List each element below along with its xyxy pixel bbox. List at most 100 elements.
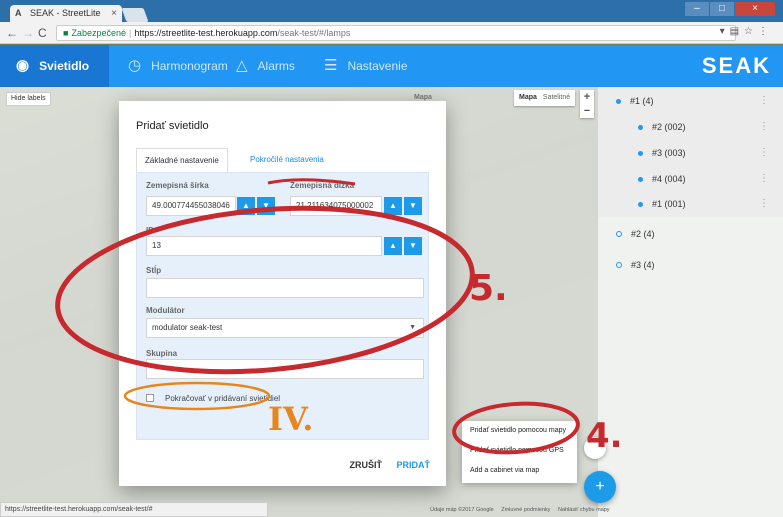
- tab-title: SEAK - StreetLite: [30, 8, 101, 18]
- add-button[interactable]: PRIDAŤ: [397, 460, 431, 470]
- more-icon[interactable]: ⋮: [759, 121, 769, 132]
- dialog-title: Pridať svietidlo: [136, 120, 209, 132]
- add-lamp-via-map-item[interactable]: Pridať svietidlo pomocou mapy: [462, 421, 577, 441]
- report-error-link[interactable]: Nahlásiť chybu mapy: [558, 507, 610, 513]
- forward-icon[interactable]: →: [22, 25, 34, 41]
- modulator-value: modulator seak-test: [152, 323, 223, 332]
- nav-label: Svietidlo: [39, 59, 90, 73]
- terms-link[interactable]: Zmluvné podmienky: [501, 507, 550, 513]
- longitude-decrement-button[interactable]: ▼: [404, 197, 422, 215]
- group-item[interactable]: #1 (4): [616, 88, 654, 114]
- continue-adding-label: Pokračovať v pridávaní svietidiel: [165, 393, 281, 403]
- group-ring-icon: [616, 231, 622, 237]
- map-type-satellite[interactable]: Satelitné: [543, 94, 570, 101]
- pole-input[interactable]: [146, 278, 424, 298]
- cancel-button[interactable]: ZRUŠIŤ: [349, 460, 382, 470]
- group-input[interactable]: [146, 359, 424, 379]
- group-item[interactable]: #3 (4): [616, 252, 655, 278]
- seak-favicon-icon: A: [15, 8, 22, 18]
- group-label: Skupina: [146, 349, 178, 358]
- browser-tab[interactable]: A SEAK - StreetLite ×: [10, 5, 122, 22]
- clock-icon: ◷: [128, 57, 142, 74]
- more-icon[interactable]: ⋮: [759, 198, 769, 209]
- add-lamp-via-gps-item[interactable]: Pridať svietidlo pomocou GPS: [462, 441, 577, 461]
- sliders-icon: ☰: [324, 57, 338, 74]
- nav-nastavenie[interactable]: ☰ Nastavenie: [324, 45, 408, 87]
- annotation-label-5: 5.: [469, 268, 508, 309]
- hide-labels-button[interactable]: Hide labels: [6, 92, 51, 106]
- map-data-credit: Údaje máp ©2017 Google: [430, 507, 494, 513]
- latitude-input[interactable]: 49.000774455038046: [146, 196, 236, 216]
- reload-icon[interactable]: C: [38, 25, 47, 41]
- lamp-label: #1 (001): [652, 199, 686, 209]
- id-increment-button[interactable]: ▲: [384, 237, 402, 255]
- nav-svietidlo[interactable]: ◉ Svietidlo: [0, 45, 110, 87]
- tab-advanced-settings[interactable]: Pokročilé nastavenia: [242, 148, 332, 172]
- longitude-input[interactable]: 21.211634075000002: [290, 196, 382, 216]
- lamp-dot-icon: [638, 124, 643, 130]
- lamp-item[interactable]: #4 (004): [638, 166, 686, 192]
- extension-icons[interactable]: ▾▤☆⋮: [720, 26, 773, 37]
- longitude-label: Zemepisná dĺžka: [290, 181, 355, 190]
- url-host: https://streetlite-test.herokuapp.com: [134, 28, 278, 38]
- group-label: #3 (4): [631, 260, 655, 270]
- lamp-dot-icon: [638, 201, 643, 207]
- nav-harmonogram[interactable]: ◷ Harmonogram: [128, 45, 228, 87]
- group-dot-icon: [616, 98, 621, 104]
- nav-label: Alarms: [257, 59, 295, 73]
- new-tab-button[interactable]: [121, 8, 149, 22]
- minimize-button[interactable]: –: [685, 2, 709, 16]
- compass-icon: ◉: [16, 57, 30, 74]
- lamp-item[interactable]: #3 (003): [638, 140, 686, 166]
- add-cabinet-via-map-item[interactable]: Add a cabinet via map: [462, 461, 577, 481]
- id-input[interactable]: 13: [146, 236, 382, 256]
- nav-alarms[interactable]: △ Alarms: [236, 45, 295, 87]
- longitude-increment-button[interactable]: ▲: [384, 197, 402, 215]
- more-icon[interactable]: ⋮: [759, 147, 769, 158]
- group-item[interactable]: #2 (4): [616, 221, 655, 247]
- group-label: #2 (4): [631, 229, 655, 239]
- lamp-list-sidebar: #1 (4) ⋮ #2 (002) ⋮ #3 (003) ⋮ #4 (004) …: [598, 87, 783, 517]
- lamp-dot-icon: [638, 150, 643, 156]
- modulator-select[interactable]: modulator seak-test ▼: [146, 318, 424, 338]
- window-controls: – □ ×: [684, 2, 775, 16]
- map-type-control[interactable]: Mapa Satelitné: [514, 90, 576, 106]
- zoom-in-button[interactable]: +: [580, 90, 594, 104]
- continue-adding-checkbox[interactable]: [146, 394, 154, 402]
- add-fab-button[interactable]: +: [584, 471, 616, 503]
- nav-label: Nastavenie: [347, 59, 408, 73]
- close-window-button[interactable]: ×: [735, 2, 775, 16]
- continue-adding-row[interactable]: Pokračovať v pridávaní svietidiel: [146, 391, 280, 405]
- dropdown-caret-icon: ▼: [409, 324, 416, 331]
- zoom-control: + −: [580, 90, 594, 118]
- lock-icon: ■: [63, 28, 69, 38]
- group-label: #1 (4): [630, 96, 654, 106]
- lamp-item[interactable]: #1 (001): [638, 191, 686, 217]
- more-icon[interactable]: ⋮: [759, 95, 769, 106]
- modulator-label: Modulátor: [146, 306, 185, 315]
- latitude-decrement-button[interactable]: ▼: [257, 197, 275, 215]
- latitude-label: Zemepisná šírka: [146, 181, 209, 190]
- zoom-out-button[interactable]: −: [580, 104, 594, 118]
- id-decrement-button[interactable]: ▼: [404, 237, 422, 255]
- status-url: https://streetlite-test.herokuapp.com/se…: [0, 502, 268, 517]
- address-bar[interactable]: ■ Zabezpečené | https://streetlite-test.her…: [56, 25, 736, 41]
- lamp-label: #3 (003): [652, 148, 686, 158]
- fab-menu: Pridať svietidlo pomocou mapy Pridať svi…: [462, 421, 577, 483]
- browser-toolbar: ← → C ■ Zabezpečené | https://streetlite-te…: [0, 22, 783, 44]
- secure-label: Zabezpečené: [71, 28, 126, 38]
- tab-basic-settings[interactable]: Základné nastavenie: [136, 148, 228, 172]
- lamp-item[interactable]: #2 (002): [638, 114, 686, 140]
- maximize-button[interactable]: □: [710, 2, 734, 16]
- map-type-map[interactable]: Mapa: [519, 94, 537, 101]
- tab-close-icon[interactable]: ×: [111, 5, 117, 22]
- pole-label: Stĺp: [146, 266, 162, 275]
- annotation-label-4: 4.: [586, 416, 623, 456]
- lamp-label: #2 (002): [652, 122, 686, 132]
- browser-titlebar: A SEAK - StreetLite × – □ ×: [0, 0, 783, 22]
- back-icon[interactable]: ←: [6, 25, 18, 41]
- bell-icon: △: [236, 57, 248, 74]
- latitude-increment-button[interactable]: ▲: [237, 197, 255, 215]
- dialog-actions: ZRUŠIŤ PRIDAŤ: [337, 460, 430, 470]
- more-icon[interactable]: ⋮: [759, 173, 769, 184]
